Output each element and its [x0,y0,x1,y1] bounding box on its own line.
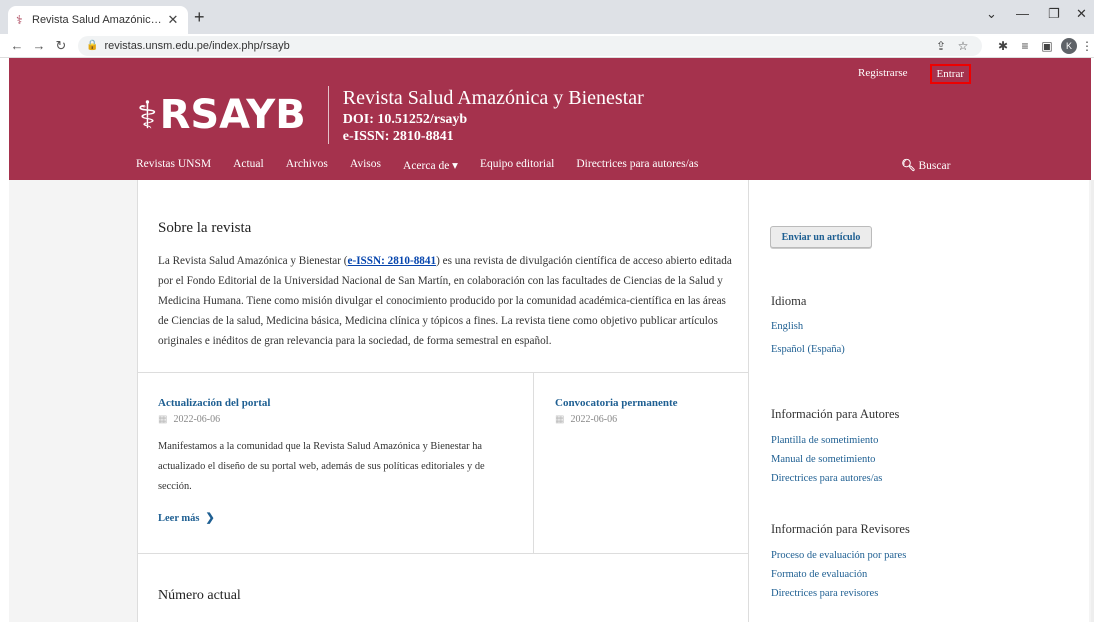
search-icon: 🔍︎ [901,160,916,172]
url-text: revistas.unsm.edu.pe/index.php/rsayb [104,39,290,52]
authors-block-title: Información para Autores [771,407,900,421]
page-content: Sobre la revista La Revista Salud Amazón… [9,180,1091,622]
reviewers-link-format[interactable]: Formato de evaluación [771,569,867,580]
reading-list-icon[interactable]: ≡ [1014,39,1036,53]
lock-icon[interactable]: 🔒 [86,40,98,51]
minimize-icon[interactable]: — [1016,6,1029,21]
announcements: Actualización del portal ▦ 2022-06-06 Man… [138,372,748,554]
sidebar: Enviar un artículo Idioma English Españo… [749,180,1089,622]
logo-divider [327,86,329,144]
about-text-end: ) es una revista de divulgación científi… [158,255,732,347]
issn-link[interactable]: e-ISSN: 2810-8841 [348,255,437,267]
nav-item-actual[interactable]: Actual [233,158,264,172]
language-link-spanish[interactable]: Español (España) [771,344,845,355]
announcement-title[interactable]: Convocatoria permanente [555,397,747,409]
announcement-item: Actualización del portal ▦ 2022-06-06 Man… [138,373,534,553]
share-icon[interactable]: ⇪ [930,39,952,53]
caduceus-logo-icon: ⚕ [137,94,158,137]
nav-item-avisos[interactable]: Avisos [350,158,381,172]
new-tab-button[interactable]: + [194,7,205,28]
tab-search-icon[interactable]: ⌄ [986,6,997,22]
read-more-label: Leer más [158,513,200,524]
reload-icon[interactable]: ↻ [50,38,72,54]
calendar-icon: ▦ [555,414,565,425]
nav-item-revistas-unsm[interactable]: Revistas UNSM [136,158,211,172]
about-section: Sobre la revista La Revista Salud Amazón… [158,220,738,351]
doi-text: DOI: 10.51252/rsayb [342,111,468,127]
close-window-icon[interactable]: ✕ [1076,6,1087,22]
journal-name: Revista Salud Amazónica y Bienestar [342,86,644,109]
nav-item-directrices[interactable]: Directrices para autores/as [576,158,698,172]
tab-title: Revista Salud Amazónica y Biene [32,14,166,26]
profile-avatar[interactable]: K [1061,37,1077,54]
site-logo[interactable]: ⚕ RSAYB Revista Salud Amazónica y Bienes… [137,86,644,144]
side-panel-icon[interactable]: ▣ [1036,39,1058,53]
caduceus-favicon-icon: ⚕ [16,13,23,27]
browser-toolbar: ← → ↻ 🔒 revistas.unsm.edu.pe/index.php/r… [0,34,1094,58]
star-icon[interactable]: ☆ [952,39,974,53]
announcement-date: ▦ 2022-06-06 [158,414,533,425]
submit-article-button[interactable]: Enviar un artículo [770,226,872,248]
main-column: Sobre la revista La Revista Salud Amazón… [137,180,749,622]
authors-link-guidelines[interactable]: Directrices para autores/as [771,473,882,484]
forward-arrow-icon[interactable]: → [28,38,50,53]
login-link[interactable]: Entrar [929,64,971,84]
language-link-english[interactable]: English [771,321,803,332]
reviewers-link-guidelines[interactable]: Directrices para revisores [771,588,878,599]
logo-wordmark: RSAYB [159,92,306,138]
about-text: La Revista Salud Amazónica y Bienestar (… [158,251,738,351]
back-arrow-icon[interactable]: ← [6,38,28,53]
reviewers-link-process[interactable]: Proceso de evaluación por pares [771,550,906,561]
announcement-title[interactable]: Actualización del portal [158,397,533,409]
reviewers-block-title: Información para Revisores [771,522,910,536]
calendar-icon: ▦ [158,414,168,425]
extensions-icon[interactable]: ✱ [992,39,1014,53]
logo-text: Revista Salud Amazónica y Bienestar DOI:… [343,87,644,144]
browser-tab[interactable]: ⚕ Revista Salud Amazónica y Biene ✕ [8,6,188,34]
read-more-link[interactable]: Leer más ❯ [158,511,533,524]
main-nav: Revistas UNSM Actual Archivos Avisos Ace… [136,158,698,172]
announcement-date-text: 2022-06-06 [570,414,618,425]
announcement-item: Convocatoria permanente ▦ 2022-06-06 [535,373,747,553]
announcement-date: ▦ 2022-06-06 [555,414,747,425]
about-text-start: La Revista Salud Amazónica y Bienestar ( [158,255,348,267]
authors-link-manual[interactable]: Manual de sometimiento [771,454,875,465]
browser-tab-bar: ⚕ Revista Salud Amazónica y Biene ✕ + ⌄ … [0,0,1094,34]
current-issue-title: Número actual [158,588,241,603]
eissn-text: e-ISSN: 2810-8841 [342,128,454,144]
search-link[interactable]: 🔍︎ Buscar [901,158,950,172]
close-tab-icon[interactable]: ✕ [166,12,180,28]
restore-icon[interactable]: ❐ [1048,6,1060,22]
language-block-title: Idioma [771,294,807,308]
authors-link-template[interactable]: Plantilla de sometimiento [771,435,878,446]
menu-dots-icon[interactable]: ⋮ [1080,39,1094,53]
nav-item-equipo-editorial[interactable]: Equipo editorial [480,158,554,172]
user-links: Registrarse Entrar [852,64,971,84]
nav-item-acerca-de[interactable]: Acerca de ▾ [403,158,458,172]
register-link[interactable]: Registrarse [852,64,913,84]
about-title: Sobre la revista [158,220,252,236]
chevron-right-icon: ❯ [205,512,215,524]
address-bar[interactable]: 🔒 revistas.unsm.edu.pe/index.php/rsayb ⇪… [78,35,982,56]
nav-item-archivos[interactable]: Archivos [286,158,328,172]
site-header: Registrarse Entrar ⚕ RSAYB Revista Salud… [9,58,1091,180]
announcement-body: Manifestamos a la comunidad que la Revis… [158,441,485,492]
announcement-date-text: 2022-06-06 [173,414,221,425]
search-label: Buscar [918,160,951,172]
